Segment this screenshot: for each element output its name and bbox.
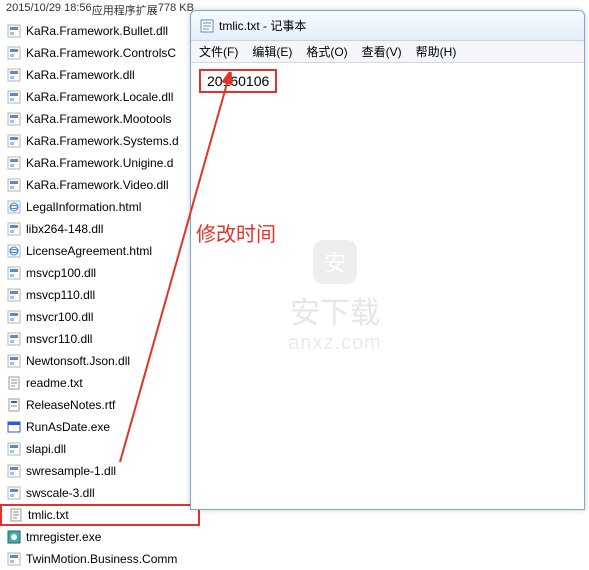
- file-name-label: msvcp110.dll: [26, 288, 95, 302]
- notepad-menubar: 文件(F) 编辑(E) 格式(O) 查看(V) 帮助(H): [191, 41, 584, 63]
- file-name-label: msvcp100.dll: [26, 266, 96, 280]
- menu-help[interactable]: 帮助(H): [416, 43, 457, 60]
- file-name-label: libx264-148.dll: [26, 222, 103, 236]
- file-name-label: KaRa.Framework.Locale.dll: [26, 90, 173, 104]
- txt-icon: [8, 507, 24, 523]
- header-type: 应用程序扩展: [92, 2, 158, 18]
- file-item[interactable]: KaRa.Framework.Video.dll: [0, 174, 200, 196]
- file-item[interactable]: KaRa.Framework.Bullet.dll: [0, 20, 200, 42]
- file-name-label: LegalInformation.html: [26, 200, 141, 214]
- dll-icon: [6, 463, 22, 479]
- dll-icon: [6, 23, 22, 39]
- txt-icon: [6, 375, 22, 391]
- notepad-icon: [199, 18, 215, 34]
- file-name-label: KaRa.Framework.Systems.d: [26, 134, 179, 148]
- file-list: KaRa.Framework.Bullet.dll KaRa.Framework.…: [0, 20, 200, 570]
- file-name-label: KaRa.Framework.Mootools: [26, 112, 171, 126]
- file-name-label: KaRa.Framework.dll: [26, 68, 135, 82]
- file-name-label: KaRa.Framework.ControlsC: [26, 46, 176, 60]
- file-item[interactable]: ReleaseNotes.rtf: [0, 394, 200, 416]
- dll-icon: [6, 111, 22, 127]
- file-item[interactable]: swscale-3.dll: [0, 482, 200, 504]
- html-icon: [6, 243, 22, 259]
- menu-view[interactable]: 查看(V): [362, 43, 402, 60]
- menu-edit[interactable]: 编辑(E): [252, 43, 292, 60]
- file-item[interactable]: msvcp110.dll: [0, 284, 200, 306]
- header-size: 778 KB: [158, 2, 194, 18]
- dll-icon: [6, 133, 22, 149]
- file-item[interactable]: RunAsDate.exe: [0, 416, 200, 438]
- exe2-icon: [6, 529, 22, 545]
- file-item[interactable]: KaRa.Framework.Mootools: [0, 108, 200, 130]
- menu-file[interactable]: 文件(F): [199, 43, 238, 60]
- file-name-label: LicenseAgreement.html: [26, 244, 152, 258]
- header-date: 2015/10/29 18:56: [6, 2, 92, 18]
- file-item[interactable]: readme.txt: [0, 372, 200, 394]
- file-item[interactable]: TwinMotion.Business.Comm: [0, 548, 200, 570]
- highlighted-content: 20160106: [199, 69, 277, 93]
- dll-icon: [6, 67, 22, 83]
- file-item[interactable]: msvcr100.dll: [0, 306, 200, 328]
- file-name-label: ReleaseNotes.rtf: [26, 398, 115, 412]
- dll-icon: [6, 265, 22, 281]
- dll-icon: [6, 309, 22, 325]
- explorer-header: 2015/10/29 18:56 应用程序扩展 778 KB: [0, 0, 200, 20]
- file-name-label: KaRa.Framework.Bullet.dll: [26, 24, 168, 38]
- exe-icon: [6, 419, 22, 435]
- file-name-label: KaRa.Framework.Unigine.d: [26, 156, 173, 170]
- file-name-label: tmlic.txt: [28, 508, 69, 522]
- dll-icon: [6, 155, 22, 171]
- dll-icon: [6, 177, 22, 193]
- file-item[interactable]: LegalInformation.html: [0, 196, 200, 218]
- notepad-titlebar[interactable]: tmlic.txt - 记事本: [191, 11, 584, 41]
- file-item[interactable]: libx264-148.dll: [0, 218, 200, 240]
- notepad-title-text: tmlic.txt - 记事本: [219, 17, 306, 34]
- file-item[interactable]: tmlic.txt: [0, 504, 200, 526]
- file-name-label: msvcr110.dll: [26, 332, 92, 346]
- file-item[interactable]: msvcp100.dll: [0, 262, 200, 284]
- file-item[interactable]: slapi.dll: [0, 438, 200, 460]
- dll-icon: [6, 551, 22, 567]
- file-item[interactable]: KaRa.Framework.ControlsC: [0, 42, 200, 64]
- dll-icon: [6, 89, 22, 105]
- file-name-label: readme.txt: [26, 376, 83, 390]
- file-explorer-panel: 2015/10/29 18:56 应用程序扩展 778 KB KaRa.Fram…: [0, 0, 200, 515]
- file-item[interactable]: KaRa.Framework.Unigine.d: [0, 152, 200, 174]
- notepad-content-area[interactable]: 20160106: [191, 63, 584, 509]
- file-name-label: tmregister.exe: [26, 530, 101, 544]
- file-name-label: RunAsDate.exe: [26, 420, 110, 434]
- dll-icon: [6, 353, 22, 369]
- html-icon: [6, 199, 22, 215]
- notepad-window: tmlic.txt - 记事本 文件(F) 编辑(E) 格式(O) 查看(V) …: [190, 10, 585, 510]
- dll-icon: [6, 287, 22, 303]
- dll-icon: [6, 441, 22, 457]
- dll-icon: [6, 331, 22, 347]
- file-item[interactable]: tmregister.exe: [0, 526, 200, 548]
- rtf-icon: [6, 397, 22, 413]
- dll-icon: [6, 45, 22, 61]
- file-item[interactable]: msvcr110.dll: [0, 328, 200, 350]
- file-item[interactable]: Newtonsoft.Json.dll: [0, 350, 200, 372]
- file-name-label: msvcr100.dll: [26, 310, 93, 324]
- dll-icon: [6, 221, 22, 237]
- file-name-label: swresample-1.dll: [26, 464, 116, 478]
- file-name-label: KaRa.Framework.Video.dll: [26, 178, 169, 192]
- file-name-label: swscale-3.dll: [26, 486, 95, 500]
- file-item[interactable]: LicenseAgreement.html: [0, 240, 200, 262]
- file-item[interactable]: swresample-1.dll: [0, 460, 200, 482]
- file-item[interactable]: KaRa.Framework.dll: [0, 64, 200, 86]
- file-item[interactable]: KaRa.Framework.Locale.dll: [0, 86, 200, 108]
- dll-icon: [6, 485, 22, 501]
- file-item[interactable]: KaRa.Framework.Systems.d: [0, 130, 200, 152]
- menu-format[interactable]: 格式(O): [306, 43, 347, 60]
- file-name-label: slapi.dll: [26, 442, 66, 456]
- file-name-label: Newtonsoft.Json.dll: [26, 354, 130, 368]
- file-name-label: TwinMotion.Business.Comm: [26, 552, 177, 566]
